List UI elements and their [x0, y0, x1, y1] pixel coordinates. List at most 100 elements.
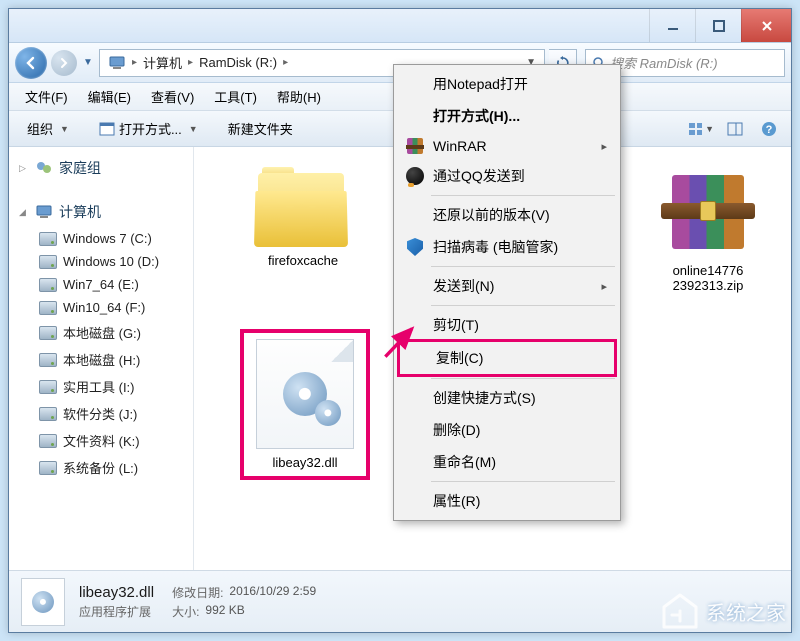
drive-icon	[39, 278, 57, 292]
separator	[431, 378, 615, 379]
computer-icon	[35, 204, 53, 220]
back-button[interactable]	[15, 47, 47, 79]
collapse-icon: ◢	[19, 207, 29, 218]
computer-icon	[108, 55, 126, 71]
svg-text:?: ?	[766, 124, 773, 136]
forward-arrow-icon	[58, 57, 70, 69]
breadcrumb-item[interactable]: RamDisk (R:)	[195, 53, 281, 72]
sidebar-drive-j[interactable]: 软件分类 (J:)	[11, 400, 191, 427]
sidebar-computer[interactable]: ◢ 计算机	[11, 197, 191, 227]
chevron-down-icon: ▼	[705, 124, 714, 134]
file-label: firefoxcache	[268, 253, 338, 268]
minimize-button[interactable]	[649, 9, 695, 42]
chevron-right-icon: ▸	[283, 57, 288, 68]
chevron-down-icon: ▼	[60, 124, 69, 134]
details-filename: libeay32.dll	[79, 584, 154, 601]
details-modified-value: 2016/10/29 2:59	[229, 584, 316, 601]
sidebar-drive-g[interactable]: 本地磁盘 (G:)	[11, 319, 191, 346]
drive-icon	[39, 301, 57, 315]
menu-tools[interactable]: 工具(T)	[206, 84, 265, 109]
navigation-sidebar[interactable]: ▷ 家庭组 ◢ 计算机 Windows 7 (C:) Windows 10 (D…	[9, 147, 194, 570]
ctx-open-with[interactable]: 打开方式(H)...	[397, 100, 617, 132]
ctx-open-notepad[interactable]: 用Notepad打开	[397, 68, 617, 100]
ctx-rename[interactable]: 重命名(M)	[397, 446, 617, 478]
dll-file-icon	[256, 339, 354, 449]
sidebar-drive-l[interactable]: 系统备份 (L:)	[11, 454, 191, 481]
watermark-text: 系统之家	[706, 597, 786, 626]
maximize-icon	[713, 20, 725, 32]
file-item-dll-selected[interactable]: libeay32.dll	[240, 329, 370, 480]
details-size-label: 大小:	[172, 603, 199, 620]
details-modified-label: 修改日期:	[172, 584, 223, 601]
submenu-arrow-icon: ▸	[601, 280, 607, 293]
file-label: online14776 2392313.zip	[673, 263, 744, 293]
sidebar-drive-c[interactable]: Windows 7 (C:)	[11, 227, 191, 250]
close-icon	[761, 20, 773, 32]
close-button[interactable]	[741, 9, 791, 42]
ctx-create-shortcut[interactable]: 创建快捷方式(S)	[397, 382, 617, 414]
forward-button[interactable]	[51, 50, 77, 76]
drive-icon	[39, 232, 57, 246]
winrar-icon	[405, 136, 425, 156]
file-label: libeay32.dll	[272, 455, 337, 470]
ctx-winrar[interactable]: WinRAR▸	[397, 132, 617, 160]
separator	[431, 266, 615, 267]
details-size-value: 992 KB	[205, 603, 244, 620]
pane-icon	[727, 122, 743, 136]
open-with-button[interactable]: 打开方式...▼	[89, 115, 208, 142]
maximize-button[interactable]	[695, 9, 741, 42]
sidebar-drive-k[interactable]: 文件资料 (K:)	[11, 427, 191, 454]
sidebar-drive-e[interactable]: Win7_64 (E:)	[11, 273, 191, 296]
menu-help[interactable]: 帮助(H)	[269, 84, 329, 109]
shield-icon	[405, 237, 425, 257]
menu-file[interactable]: 文件(F)	[17, 84, 76, 109]
sidebar-drive-i[interactable]: 实用工具 (I:)	[11, 373, 191, 400]
drive-icon	[39, 380, 57, 394]
ctx-send-to[interactable]: 发送到(N)▸	[397, 270, 617, 302]
ctx-restore-previous[interactable]: 还原以前的版本(V)	[397, 199, 617, 231]
ctx-qq-send[interactable]: 通过QQ发送到	[397, 160, 617, 192]
preview-pane-button[interactable]	[721, 117, 749, 141]
sidebar-drive-f[interactable]: Win10_64 (F:)	[11, 296, 191, 319]
expand-icon: ▷	[19, 163, 29, 174]
breadcrumb-item[interactable]: 计算机	[139, 51, 186, 74]
drive-icon	[39, 407, 57, 421]
ctx-scan-virus[interactable]: 扫描病毒 (电脑管家)	[397, 231, 617, 263]
titlebar	[9, 9, 791, 43]
window-controls	[649, 9, 791, 42]
menu-edit[interactable]: 编辑(E)	[80, 84, 139, 109]
ctx-cut[interactable]: 剪切(T)	[397, 309, 617, 341]
drive-icon	[39, 434, 57, 448]
organize-button[interactable]: 组织▼	[17, 115, 79, 142]
watermark-logo-icon	[660, 593, 700, 629]
file-item-folder[interactable]: firefoxcache	[238, 161, 368, 274]
new-folder-button[interactable]: 新建文件夹	[218, 115, 303, 142]
drive-icon	[39, 326, 57, 340]
details-file-icon	[21, 578, 65, 626]
details-filetype: 应用程序扩展	[79, 603, 154, 620]
view-options-button[interactable]: ▼	[687, 117, 715, 141]
help-button[interactable]: ?	[755, 117, 783, 141]
view-icon	[688, 122, 702, 136]
help-icon: ?	[761, 121, 777, 137]
sidebar-drive-d[interactable]: Windows 10 (D:)	[11, 250, 191, 273]
chevron-down-icon: ▼	[189, 124, 198, 134]
menu-view[interactable]: 查看(V)	[143, 84, 202, 109]
back-arrow-icon	[23, 55, 39, 71]
ctx-properties[interactable]: 属性(R)	[397, 485, 617, 517]
rar-archive-icon	[665, 167, 751, 257]
chevron-right-icon: ▸	[188, 57, 193, 68]
ctx-delete[interactable]: 删除(D)	[397, 414, 617, 446]
sidebar-drive-h[interactable]: 本地磁盘 (H:)	[11, 346, 191, 373]
drive-icon	[39, 353, 57, 367]
breadcrumb-computer-icon[interactable]	[104, 53, 130, 73]
context-menu: 用Notepad打开 打开方式(H)... WinRAR▸ 通过QQ发送到 还原…	[393, 64, 621, 521]
separator	[431, 481, 615, 482]
minimize-icon	[667, 20, 679, 32]
ctx-copy[interactable]: 复制(C)	[397, 339, 617, 377]
nav-history-dropdown[interactable]: ▼	[81, 57, 95, 68]
drive-icon	[39, 461, 57, 475]
sidebar-homegroup[interactable]: ▷ 家庭组	[11, 153, 191, 183]
drive-icon	[39, 255, 57, 269]
file-item-zip[interactable]: online14776 2392313.zip	[643, 161, 773, 299]
